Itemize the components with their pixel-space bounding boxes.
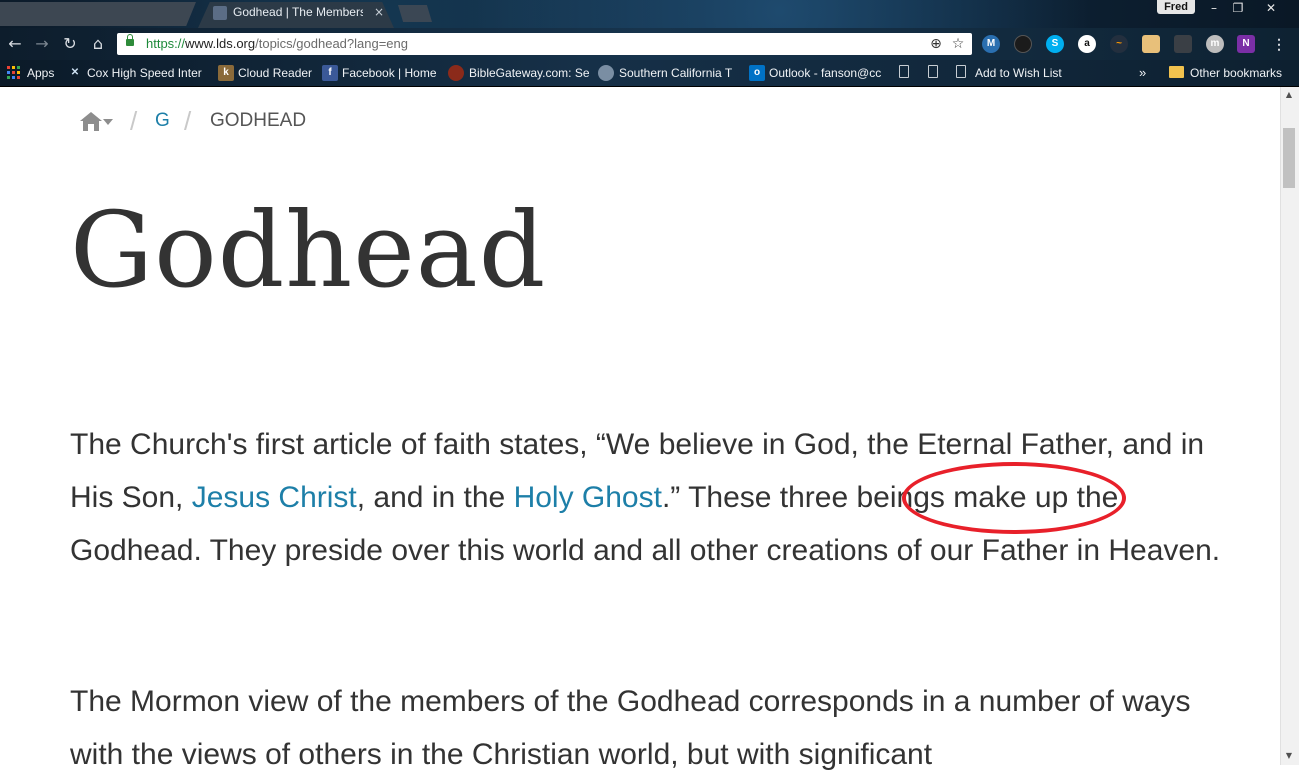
menu-icon[interactable]: ⋮ [1270,35,1288,53]
page-icon[interactable] [928,65,938,78]
new-tab-button[interactable] [398,5,432,22]
breadcrumb-current: GODHEAD [210,110,307,131]
close-tab-icon[interactable]: × [372,4,386,20]
close-window-icon[interactable]: ✕ [1260,0,1282,16]
facebook-icon: f [322,65,338,81]
article-paragraph-2: The Mormon view of the members of the Go… [70,685,1191,771]
bookmark-apps[interactable]: Apps [27,64,57,82]
bookmark-southern-california[interactable]: Southern California T [619,64,733,82]
bookmark-add-to-wish-list[interactable]: Add to Wish List [975,64,1070,82]
bookmark-cox[interactable]: Cox High Speed Inter [87,64,205,82]
page-title: Godhead [70,189,547,311]
breadcrumb-separator: / [130,106,138,136]
scroll-up-icon[interactable]: ▲ [1283,89,1295,101]
biblegateway-icon [448,65,464,81]
bookmarks-overflow-icon[interactable]: » [1139,64,1151,82]
amazon-smile-icon[interactable]: ~ [1110,35,1128,53]
extension-m-icon[interactable]: M [982,35,1000,53]
extension-circle-icon[interactable]: m [1206,35,1224,53]
red-ellipse-annotation [902,462,1126,534]
folder-icon [1169,66,1184,78]
breadcrumb-separator: / [184,106,192,136]
bookmark-cloud-reader[interactable]: Cloud Reader [238,64,313,82]
user-profile-badge[interactable]: Fred [1157,0,1195,14]
vertical-scrollbar[interactable] [1280,87,1299,765]
scroll-down-icon[interactable]: ▼ [1283,750,1295,762]
extension-dark-icon[interactable] [1014,35,1032,53]
holy-ghost-link[interactable]: Holy Ghost [514,481,662,514]
zoom-icon[interactable]: ⊕ [927,35,945,53]
home-icon[interactable] [79,110,105,132]
page-icon[interactable] [899,65,909,78]
home-button-icon[interactable]: ⌂ [87,33,109,55]
forward-icon[interactable]: → [31,33,53,55]
extension-box-icon[interactable] [1174,35,1192,53]
skype-icon[interactable]: S [1046,35,1064,53]
jesus-christ-link[interactable]: Jesus Christ [192,481,357,514]
bookmark-outlook[interactable]: Outlook - fanson@cc [769,64,884,82]
minimize-icon[interactable]: – [1203,0,1225,16]
southern-california-icon [598,65,614,81]
back-icon[interactable]: ← [4,33,26,55]
url-text[interactable]: https://www.lds.org/topics/godhead?lang=… [146,36,408,52]
cox-icon: ✕ [70,67,80,78]
onenote-icon[interactable]: N [1237,35,1255,53]
outlook-icon: o [749,65,765,81]
apps-icon[interactable] [7,66,21,80]
page-icon [956,65,966,78]
scrollbar-thumb[interactable] [1283,128,1295,188]
bookmark-biblegateway[interactable]: BibleGateway.com: Se [469,64,594,82]
favicon-icon [213,6,227,20]
kindle-icon: k [218,65,234,81]
tab-inactive[interactable] [0,2,196,26]
extension-face-icon[interactable] [1142,35,1160,53]
bookmark-facebook[interactable]: Facebook | Home [342,64,440,82]
bookmark-other-bookmarks[interactable]: Other bookmarks [1190,64,1290,82]
star-icon[interactable]: ☆ [949,35,967,53]
tab-title[interactable]: Godhead | The Members [233,5,363,21]
amazon-icon[interactable]: a [1078,35,1096,53]
breadcrumb-letter-link[interactable]: G [155,109,170,133]
reload-icon[interactable]: ↻ [59,33,81,55]
chevron-down-icon[interactable] [103,110,113,125]
lock-icon[interactable] [126,34,134,47]
restore-icon[interactable]: ❐ [1227,0,1249,16]
